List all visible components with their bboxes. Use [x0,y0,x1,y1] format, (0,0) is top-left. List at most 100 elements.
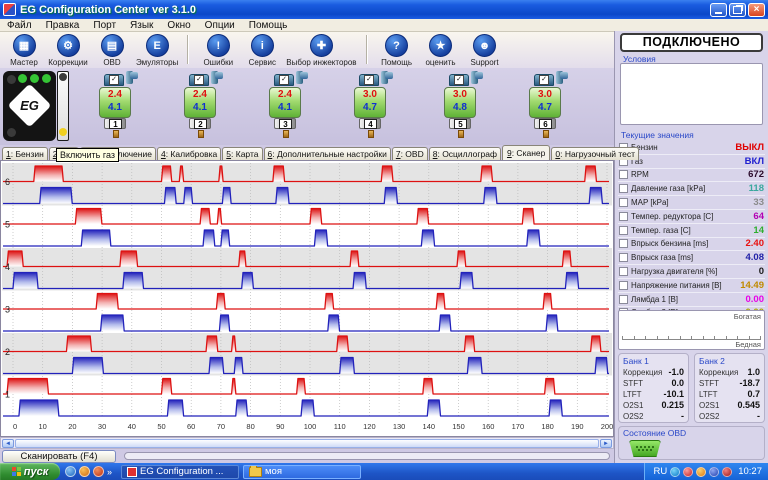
bank-row: Коррекция-1.0 [623,367,684,378]
value-checkbox[interactable] [619,184,628,193]
petrol-injection-time: 2.4 [185,88,215,102]
logo-indicator-strip [57,71,69,141]
menu-item-Правка[interactable]: Правка [39,20,87,31]
help-button[interactable]: ?Помощь [375,34,419,67]
value-number: ВЫКЛ [735,142,764,153]
tray-icon-2[interactable] [683,467,693,477]
chart-horizontal-scrollbar[interactable]: ◄ ► [0,437,614,449]
injector-pipe [560,72,568,79]
quick-launch-overflow-icon[interactable]: » [107,467,112,477]
clock[interactable]: 10:27 [738,466,762,477]
toolbar-label: Эмуляторы [136,58,178,67]
value-checkbox[interactable] [619,198,628,207]
menu-item-Файл[interactable]: Файл [0,20,39,31]
scroll-left-icon[interactable]: ◄ [2,439,14,448]
tray-icon-4[interactable] [709,467,719,477]
service-button[interactable]: iСервис [240,34,284,67]
quick-launch-icon-1[interactable] [65,466,76,477]
injector-checkbox[interactable]: ✓ [109,75,119,85]
value-checkbox[interactable] [619,295,628,304]
master-button[interactable]: ▦Мастер [2,34,46,67]
injector-checkbox[interactable]: ✓ [364,75,374,85]
injector-channel-number: 1 [109,119,122,129]
tab-10[interactable]: 0: Нагрузочный тест [551,147,639,160]
injector-checkbox[interactable]: ✓ [539,75,549,85]
obd-pin [642,449,644,451]
value-number: 0.00 [746,294,765,305]
menu-item-Опции[interactable]: Опции [198,20,242,31]
obd-button[interactable]: ▤OBD [90,34,134,67]
tray-icon-5[interactable] [722,467,732,477]
injector-checkbox[interactable]: ✓ [194,75,204,85]
injector-pipe [300,72,308,79]
lambda-tick [737,336,738,339]
scrollbar-thumb[interactable] [15,439,599,448]
errors-button[interactable]: !Ошибки [196,34,240,67]
tab-1[interactable]: 1: Бензин [2,147,48,160]
menu-item-Окно[interactable]: Окно [160,20,197,31]
injector-select-button[interactable]: ✚Выбор инжекторов [284,34,358,67]
channel-label-3: 3 [5,305,10,315]
value-checkbox[interactable] [619,253,628,262]
x-axis-tick-label: 190 [571,422,584,431]
tab-4[interactable]: 4: Калибровка [157,147,221,160]
bank-row-label: Коррекция [699,367,738,378]
value-number: 118 [749,183,764,194]
tooltip: Включить газ [56,148,119,162]
value-checkbox[interactable] [619,267,628,276]
tab-7[interactable]: 7: OBD [392,147,428,160]
bank-row-label: O2S2 [699,411,719,422]
windows-logo-icon [12,467,21,476]
emulators-button[interactable]: EЭмуляторы [134,34,180,67]
value-checkbox[interactable] [619,212,628,221]
tab-5[interactable]: 5: Карта [222,147,262,160]
language-indicator[interactable]: RU [653,466,667,477]
toolbar-label: Выбор инжекторов [286,58,356,67]
injector-nozzle [458,130,464,138]
conditions-listbox[interactable] [620,63,763,125]
title-bar: EG Configuration Center ver 3.1.0 × [0,0,768,19]
quick-launch-icon-2[interactable] [79,466,90,477]
channel-label-4: 4 [5,262,10,272]
tab-8[interactable]: 8: Осциллограф [429,147,501,160]
minimize-button[interactable] [710,3,727,17]
tray-icon-3[interactable] [696,467,706,477]
channel-label-2: 2 [5,347,10,357]
rate-button[interactable]: ★оценить [419,34,463,67]
task-label: моя [265,466,282,477]
menu-item-Помощь[interactable]: Помощь [242,20,295,31]
start-button[interactable]: пуск [0,463,60,480]
value-label: Нагрузка двигателя [%] [631,267,759,276]
tray-icon-1[interactable] [670,467,680,477]
current-values-label: Текущие значения [621,130,694,140]
injector-checkbox[interactable]: ✓ [279,75,289,85]
value-checkbox[interactable] [619,226,628,235]
minimize-icon [715,12,722,14]
injector-checkbox[interactable]: ✓ [454,75,464,85]
injector-body: 2.44.1 [269,87,301,118]
tab-9[interactable]: 9: Сканер [502,145,550,160]
close-button[interactable]: × [748,3,765,17]
scan-button[interactable]: Сканировать (F4) [2,450,116,463]
errors-icon: ! [207,34,230,57]
value-checkbox[interactable] [619,239,628,248]
start-label: пуск [24,466,49,478]
value-checkbox[interactable] [619,281,628,290]
value-checkbox[interactable] [619,170,628,179]
tab-6[interactable]: 6: Дополнительные настройки [264,147,391,160]
taskbar: пуск » EG Configuration ... моя RU 10:27 [0,463,768,480]
support-button[interactable]: ☻Support [463,34,507,67]
menu-item-Порт[interactable]: Порт [86,20,123,31]
x-axis-tick-label: 0 [13,422,17,431]
toolbar-label: Support [471,58,499,67]
scroll-right-icon[interactable]: ► [600,439,612,448]
channel-label-5: 5 [5,220,10,230]
injector-6: ✓3.04.76 [526,71,570,143]
taskbar-task-folder[interactable]: моя [243,465,361,479]
taskbar-task-app[interactable]: EG Configuration ... [121,465,239,479]
scanner-chart-frame: 6543210102030405060708090100110120130140… [0,160,614,437]
restore-button[interactable] [729,3,746,17]
quick-launch-icon-3[interactable] [93,466,104,477]
menu-item-Язык[interactable]: Язык [123,20,160,31]
corrections-button[interactable]: ⚙Коррекции [46,34,90,67]
